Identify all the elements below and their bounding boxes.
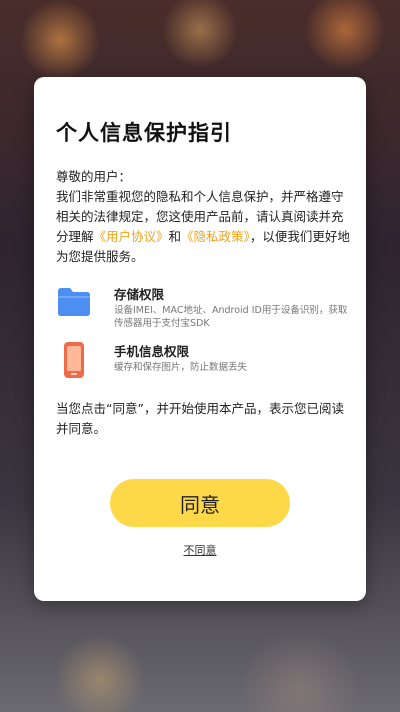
permission-desc: 设备IMEI、MAC地址、Android ID用于设备识别，获取传感器用于支付宝… [114,305,348,329]
phone-icon [56,341,92,383]
permission-title: 存储权限 [114,287,165,302]
permission-item-phone-info: 手机信息权限 缓存和保存图片，防止数据丢失 [56,341,352,381]
and-text: 和 [168,229,182,244]
dialog-title: 个人信息保护指引 [56,121,232,145]
user-agreement-link[interactable]: 《用户协议》 [94,229,169,244]
agree-button[interactable]: 同意 [110,479,290,527]
greeting-text: 尊敬的用户： [56,169,132,184]
permission-item-storage: 存储权限 设备IMEI、MAC地址、Android ID用于设备识别，获取传感器… [56,284,352,340]
permission-desc: 缓存和保存图片，防止数据丢失 [114,362,248,373]
privacy-policy-link[interactable]: 《隐私政策》 [181,229,250,244]
permission-title: 手机信息权限 [114,344,190,359]
folder-icon [56,284,92,322]
privacy-dialog: 个人信息保护指引 尊敬的用户： 我们非常重视您的隐私和个人信息保护，并严格遵守相… [34,77,366,601]
intro-paragraph: 尊敬的用户： 我们非常重视您的隐私和个人信息保护，并严格遵守相关的法律规定，您这… [56,167,352,267]
consent-text: 当您点击“同意”，并开始使用本产品，表示您已阅读并同意。 [56,401,344,436]
disagree-link[interactable]: 不同意 [34,542,366,558]
